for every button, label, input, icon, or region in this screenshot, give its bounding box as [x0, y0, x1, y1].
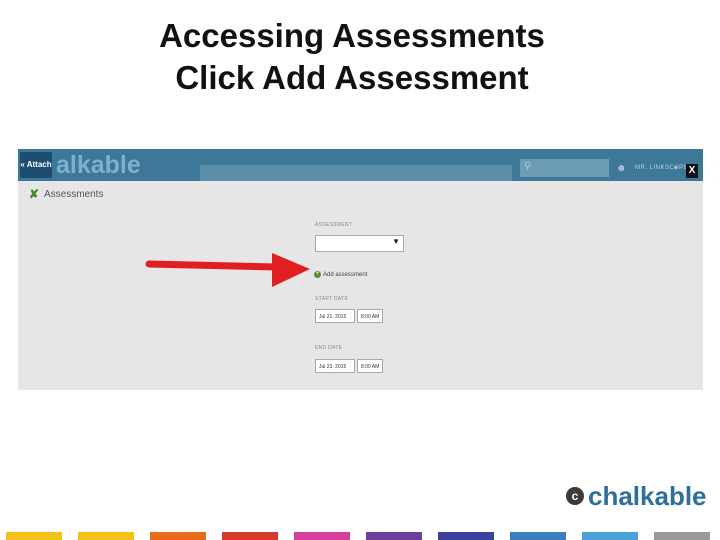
footer-stripe-segment [78, 532, 134, 540]
footer-stripe-segment [438, 532, 494, 540]
footer-stripe-segment [582, 532, 638, 540]
footer-stripe-segment [150, 532, 206, 540]
chalkable-logo-mark-icon: c [566, 487, 584, 505]
footer-stripe-segment [510, 532, 566, 540]
slide-title-line-2: Click Add Assessment [175, 59, 529, 96]
footer-stripe-segment [654, 532, 710, 540]
footer-stripe-segment [222, 532, 278, 540]
slide-title-line-1: Accessing Assessments [159, 17, 545, 54]
footer-stripe-segment [6, 532, 62, 540]
red-arrow-annotation [145, 253, 310, 287]
footer-stripe-segment [294, 532, 350, 540]
app-screenshot: « Attach alkable ⚲ ☻ MR. LINKSCHPEM ▾ X … [18, 149, 703, 390]
chalkable-logo-text: chalkable [588, 481, 707, 511]
footer-stripe-segment [366, 532, 422, 540]
